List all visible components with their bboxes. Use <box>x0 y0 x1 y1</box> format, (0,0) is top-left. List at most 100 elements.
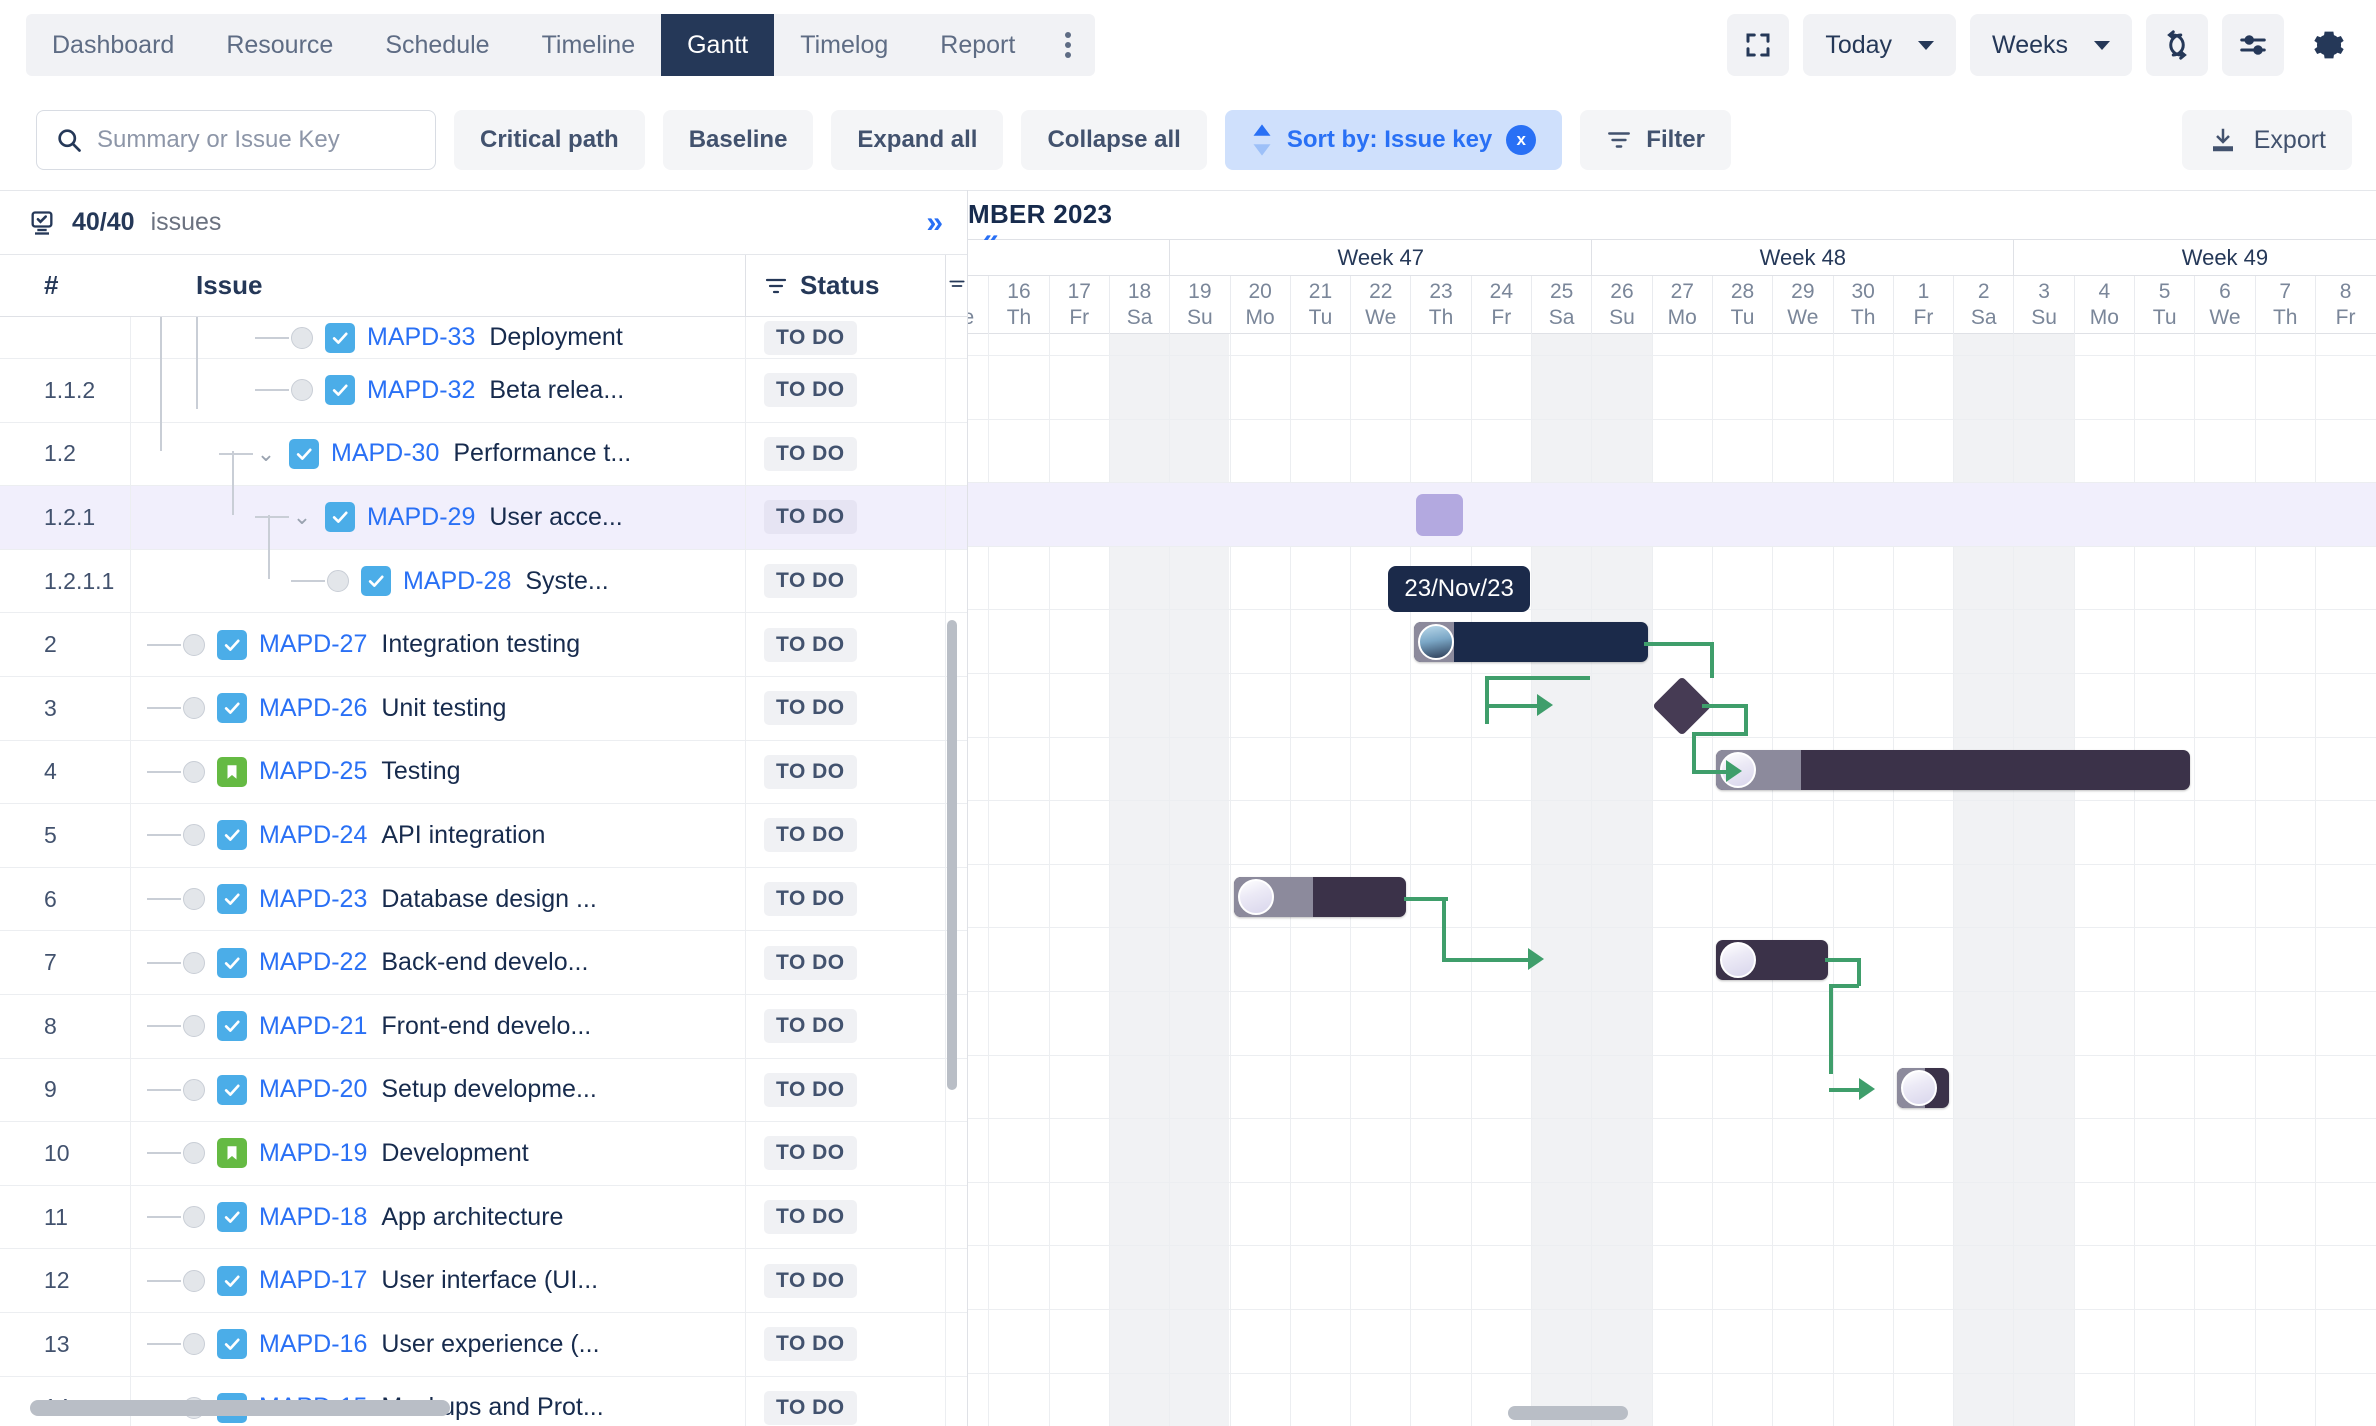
search-input[interactable]: Summary or Issue Key <box>36 110 436 170</box>
table-vertical-scrollbar[interactable] <box>947 620 957 1090</box>
critical-path-button[interactable]: Critical path <box>454 110 645 170</box>
issue-key-link[interactable]: MAPD-18 <box>259 1203 367 1232</box>
nav-tab-report[interactable]: Report <box>914 14 1041 76</box>
status-cell[interactable]: TO DO <box>745 423 945 486</box>
issue-key-link[interactable]: MAPD-32 <box>367 376 475 405</box>
table-row[interactable]: 1.2.1⌄MAPD-29User acce...TO DO <box>0 486 967 550</box>
table-row[interactable]: 1.1.2MAPD-32Beta relea...TO DO <box>0 359 967 423</box>
assignee-avatar[interactable] <box>1720 942 1756 978</box>
table-row[interactable]: 1.2⌄MAPD-30Performance t...TO DO <box>0 423 967 487</box>
gantt-bar-MAPD-20[interactable] <box>1897 1068 1949 1108</box>
sort-by-button[interactable]: Sort by: Issue key x <box>1225 110 1562 170</box>
gantt-grid-row[interactable] <box>968 1246 2376 1310</box>
status-cell[interactable]: TO DO <box>745 1313 945 1376</box>
settings-button[interactable] <box>2298 14 2360 76</box>
status-cell[interactable]: TO DO <box>745 1122 945 1185</box>
issue-key-link[interactable]: MAPD-22 <box>259 948 367 977</box>
issue-key-link[interactable]: MAPD-26 <box>259 694 367 723</box>
issue-key-link[interactable]: MAPD-21 <box>259 1012 367 1041</box>
nav-tab-timeline[interactable]: Timeline <box>516 14 662 76</box>
gantt-grid-row[interactable] <box>968 1119 2376 1183</box>
table-row[interactable]: 4MAPD-25TestingTO DO <box>0 741 967 805</box>
gantt-grid-row[interactable] <box>968 1056 2376 1120</box>
table-row[interactable]: 7MAPD-22Back-end develo...TO DO <box>0 931 967 995</box>
fullscreen-button[interactable] <box>1727 14 1789 76</box>
gantt-bar-MAPD-27[interactable] <box>1414 622 1647 662</box>
table-row[interactable]: 11MAPD-18App architectureTO DO <box>0 1186 967 1250</box>
gantt-grid-row[interactable] <box>968 865 2376 929</box>
issue-key-link[interactable]: MAPD-24 <box>259 821 367 850</box>
table-row[interactable]: 8MAPD-21Front-end develo...TO DO <box>0 995 967 1059</box>
gantt-grid-row[interactable] <box>968 801 2376 865</box>
status-cell[interactable]: TO DO <box>745 868 945 931</box>
display-settings-button[interactable] <box>2222 14 2284 76</box>
nav-more-button[interactable] <box>1041 14 1095 76</box>
gantt-grid-row[interactable] <box>968 547 2376 611</box>
gantt-horizontal-scrollbar[interactable] <box>1508 1406 1628 1420</box>
issue-key-link[interactable]: MAPD-20 <box>259 1075 367 1104</box>
issue-key-link[interactable]: MAPD-17 <box>259 1266 367 1295</box>
filter-button[interactable]: Filter <box>1580 110 1731 170</box>
status-cell[interactable]: TO DO <box>745 677 945 740</box>
gantt-bar-MAPD-23[interactable] <box>1234 877 1407 917</box>
export-button[interactable]: Export <box>2182 110 2352 170</box>
gantt-grid-row[interactable] <box>968 1374 2376 1426</box>
table-row[interactable]: 6MAPD-23Database design ...TO DO <box>0 868 967 932</box>
nav-tab-gantt[interactable]: Gantt <box>661 14 774 76</box>
issue-key-link[interactable]: MAPD-29 <box>367 503 475 532</box>
table-row[interactable]: 10MAPD-19DevelopmentTO DO <box>0 1122 967 1186</box>
issue-key-link[interactable]: MAPD-23 <box>259 885 367 914</box>
chevron-double-right-icon[interactable]: » <box>926 206 939 240</box>
table-row[interactable]: 3MAPD-26Unit testingTO DO <box>0 677 967 741</box>
gantt-grid-row[interactable] <box>968 992 2376 1056</box>
status-cell[interactable]: TO DO <box>745 741 945 804</box>
status-cell[interactable]: TO DO <box>745 804 945 867</box>
issue-key-link[interactable]: MAPD-28 <box>403 567 511 596</box>
baseline-button[interactable]: Baseline <box>663 110 814 170</box>
gantt-grid-row[interactable] <box>968 928 2376 992</box>
status-cell[interactable]: TO DO <box>745 1186 945 1249</box>
status-cell[interactable]: TO DO <box>745 1059 945 1122</box>
status-cell[interactable]: TO DO <box>745 1377 945 1426</box>
expand-all-button[interactable]: Expand all <box>831 110 1003 170</box>
drag-preview-bar[interactable] <box>1416 494 1462 536</box>
status-cell[interactable]: TO DO <box>745 486 945 549</box>
table-row[interactable]: 12MAPD-17User interface (UI...TO DO <box>0 1249 967 1313</box>
column-header-status[interactable]: Status <box>745 255 945 316</box>
gantt-grid-row[interactable] <box>968 356 2376 420</box>
row-expand-chevron-icon[interactable]: ⌄ <box>291 504 313 530</box>
column-header-extra[interactable] <box>945 255 967 316</box>
table-row[interactable]: MAPD-33DeploymentTO DO <box>0 317 967 359</box>
status-cell[interactable]: TO DO <box>745 359 945 422</box>
gantt-grid-row[interactable] <box>968 1183 2376 1247</box>
gantt-grid-row[interactable] <box>968 420 2376 484</box>
nav-tab-dashboard[interactable]: Dashboard <box>26 14 200 76</box>
issue-key-link[interactable]: MAPD-30 <box>331 439 439 468</box>
today-dropdown[interactable]: Today <box>1803 14 1956 76</box>
gantt-bar-MAPD-22[interactable] <box>1716 940 1829 980</box>
table-row[interactable]: 13MAPD-16User experience (...TO DO <box>0 1313 967 1377</box>
status-cell[interactable]: TO DO <box>745 613 945 676</box>
assignee-avatar[interactable] <box>1901 1070 1937 1106</box>
issue-key-link[interactable]: MAPD-27 <box>259 630 367 659</box>
issue-key-link[interactable]: MAPD-33 <box>367 323 475 352</box>
scale-dropdown[interactable]: Weeks <box>1970 14 2132 76</box>
nav-tab-schedule[interactable]: Schedule <box>359 14 515 76</box>
gantt-grid-row[interactable] <box>968 483 2376 547</box>
table-row[interactable]: 2MAPD-27Integration testingTO DO <box>0 613 967 677</box>
row-expand-chevron-icon[interactable]: ⌄ <box>255 441 277 467</box>
sort-clear-button[interactable]: x <box>1506 125 1536 155</box>
gantt-grid[interactable]: 23/Nov/23 <box>968 334 2376 1426</box>
issue-key-link[interactable]: MAPD-25 <box>259 757 367 786</box>
status-cell[interactable]: TO DO <box>745 931 945 994</box>
nav-tab-timelog[interactable]: Timelog <box>774 14 914 76</box>
collapse-all-button[interactable]: Collapse all <box>1021 110 1206 170</box>
issue-key-link[interactable]: MAPD-16 <box>259 1330 367 1359</box>
gantt-grid-row[interactable] <box>968 1310 2376 1374</box>
status-cell[interactable]: TO DO <box>745 550 945 613</box>
status-cell[interactable]: TO DO <box>745 317 945 358</box>
refresh-button[interactable] <box>2146 14 2208 76</box>
issue-key-link[interactable]: MAPD-19 <box>259 1139 367 1168</box>
table-horizontal-scrollbar[interactable] <box>30 1400 450 1416</box>
table-row[interactable]: 9MAPD-20Setup developme...TO DO <box>0 1059 967 1123</box>
